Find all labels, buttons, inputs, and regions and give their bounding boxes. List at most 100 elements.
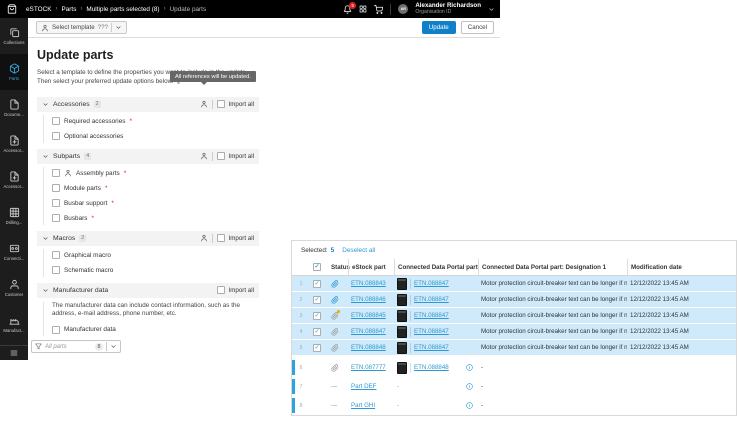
estock-part-link[interactable]: ETN.088848 [351,344,386,351]
sections: Accessories2Import allRequired accessori… [37,97,259,336]
product-thumbnail [397,362,407,374]
estock-part-link[interactable]: ETN.088845 [351,312,386,319]
option-checkbox[interactable] [52,132,60,140]
portal-part-link[interactable]: ETN.088847 [414,312,449,319]
row-checkbox[interactable]: ✓ [313,328,321,336]
status-cell: — [328,379,348,394]
option-checkbox[interactable] [52,266,60,274]
section-header[interactable]: Manufacturer dataImport all [37,283,259,298]
sidebar-menu-button[interactable] [0,345,28,360]
required-asterisk: * [91,215,94,222]
option-checkbox[interactable] [52,117,60,125]
info-icon[interactable] [466,402,473,409]
table-row[interactable]: 7—Part DEF-- [292,379,736,394]
select-all-checkbox[interactable]: ✓ [313,263,321,271]
apps-grid-icon[interactable] [359,5,367,13]
sidebar-item-connecti[interactable]: Connecti... [0,234,28,270]
portal-part-link[interactable]: ETN.088847 [414,296,449,303]
estock-part-link[interactable]: Part GHI [351,402,375,409]
estock-part-link[interactable]: ETN.088847 [351,328,386,335]
table-row[interactable]: 5✓ETN.088848ETN.088847Motor protection c… [292,340,736,355]
sidebar-item-customer[interactable]: Customer [0,270,28,306]
deselect-all-link[interactable]: Deselect all [342,247,375,254]
option-checkbox[interactable] [52,169,60,177]
section-macros: Macros2Import all Graphical macroSchemati… [37,231,259,277]
portal-part-cell: ETN.088848 [394,360,478,375]
estock-part-link[interactable]: ETN.088843 [351,280,386,287]
breadcrumb-item[interactable]: Multiple parts selected (8) [86,6,159,13]
section-header[interactable]: Macros2Import all [37,231,259,246]
divider [390,4,391,15]
section-count-badge: 4 [84,153,91,160]
divider [212,100,213,109]
sidebar-item-accessor[interactable]: Accessor... [0,162,28,198]
table-row[interactable]: 8—Part GHI-- [292,398,736,413]
parts-filter-dropdown[interactable]: All parts 8 [31,340,121,353]
section-header[interactable]: Subparts4Import all [37,149,259,164]
row-checkbox[interactable]: ✓ [313,312,321,320]
modification-date-cell [627,379,736,394]
sidebar-item-label: Accessor... [3,184,24,189]
option-checkbox[interactable] [52,184,60,192]
row-checkbox[interactable]: ✓ [313,296,321,304]
bell-icon[interactable]: 5 [343,5,352,14]
section-header[interactable]: Accessories2Import all [37,97,259,112]
table-row[interactable]: 1✓ETN.088843ETN.088847Motor protection c… [292,276,736,291]
import-all-checkbox[interactable] [217,100,225,108]
update-button[interactable]: Update [422,21,456,34]
breadcrumb-item[interactable]: Parts [61,6,76,13]
info-icon[interactable] [466,383,473,390]
table-row[interactable]: 2✓ETN.088846ETN.088847Motor protection c… [292,292,736,307]
avatar[interactable]: AR [398,4,408,14]
table-row[interactable]: 3✓ETN.088845ETN.088847Motor protection c… [292,308,736,323]
cart-icon[interactable] [374,5,383,14]
parts-icon [9,63,20,74]
status-cell [328,276,348,291]
collections-icon [9,27,20,38]
sidebar-item-docume[interactable]: Docume... [0,90,28,126]
portal-part-link[interactable]: ETN.088848 [414,364,449,371]
option-checkbox[interactable] [52,326,60,334]
portal-part-link[interactable]: ETN.088847 [414,344,449,351]
sidebar-item-manufact[interactable]: Manufact... [0,306,28,342]
manufacturer-icon [9,315,20,326]
row-checkbox[interactable]: ✓ [313,344,321,352]
info-icon[interactable] [466,364,473,371]
chevron-down-icon[interactable] [488,6,495,13]
row-checkbox[interactable]: ✓ [313,280,321,288]
page-title: Update parts [37,48,259,62]
section-items: Graphical macroSchematic macro [43,249,259,277]
import-all-checkbox[interactable] [217,234,225,242]
top-bar: eSTOCK›Parts›Multiple parts selected (8)… [0,0,500,18]
breadcrumb-separator: › [55,6,57,12]
portal-part-cell: - [394,379,478,394]
option-label: Busbars [64,215,87,222]
divider [212,234,213,243]
user-menu[interactable]: Alexander Richardson Organisation ID [415,2,481,15]
sidebar-item-drilling[interactable]: Drilling... [0,198,28,234]
sidebar-item-parts[interactable]: Parts [0,54,28,90]
breadcrumb-item[interactable]: eSTOCK [26,6,51,13]
import-references-icon[interactable] [200,152,208,160]
sidebar-item-accessor[interactable]: Accessor... [0,126,28,162]
option-checkbox[interactable] [52,214,60,222]
cancel-button[interactable]: Cancel [461,21,494,34]
portal-part-link[interactable]: ETN.088847 [414,328,449,335]
table-row[interactable]: 6ETN.087777ETN.088848- [292,360,736,375]
estock-part-link[interactable]: Part DEF [351,383,376,390]
select-template-dropdown[interactable]: Select template ??? [36,21,127,34]
portal-part-link[interactable]: ETN.088847 [414,280,449,287]
portal-part-cell: ETN.088847 [394,324,478,339]
modification-date-cell: 12/12/2022 13:45 AM [627,292,736,307]
import-all-checkbox[interactable] [217,286,225,294]
table-row[interactable]: 4✓ETN.088847ETN.088847Motor protection c… [292,324,736,339]
import-references-icon[interactable] [200,100,208,108]
estock-part-link[interactable]: ETN.087777 [351,364,386,371]
option-checkbox[interactable] [52,251,60,259]
sidebar-item-collections[interactable]: Collections [0,18,28,54]
import-references-icon[interactable] [200,234,208,242]
estock-part-link[interactable]: ETN.088846 [351,296,386,303]
import-all-checkbox[interactable] [217,152,225,160]
option-checkbox[interactable] [52,199,60,207]
row-number: 4 [292,324,310,339]
